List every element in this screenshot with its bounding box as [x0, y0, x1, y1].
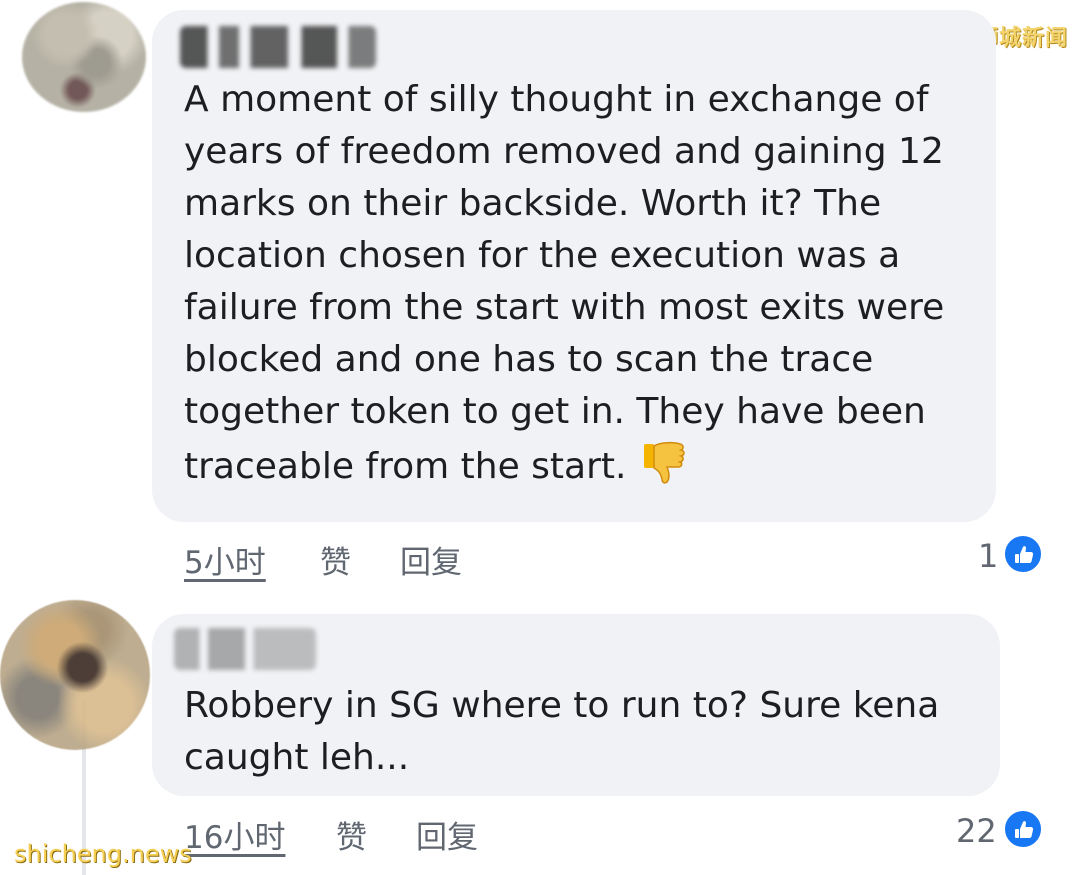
comment-2-reaction-count[interactable]: 22 — [956, 812, 997, 850]
comment-2-reply-button[interactable]: 回复 — [416, 812, 478, 857]
comment-1-text-body: A moment of silly thought in exchange of… — [184, 79, 945, 487]
comment-2-like-button[interactable]: 赞 — [336, 812, 367, 857]
like-icon — [1015, 821, 1034, 838]
comment-1-bubble: A moment of silly thought in exchange of… — [152, 10, 996, 522]
thumbs-down-icon — [644, 441, 686, 484]
comment-1-text: A moment of silly thought in exchange of… — [184, 74, 984, 493]
comment-1-reply-button[interactable]: 回复 — [400, 537, 462, 582]
comment-1-actions: 5小时 赞 回复 1 — [184, 533, 1044, 581]
comment-2-like-badge[interactable] — [1002, 808, 1044, 850]
comment-1-avatar[interactable] — [22, 2, 146, 112]
comment-1-reaction-count[interactable]: 1 — [978, 537, 998, 575]
comment-2-author-name[interactable] — [174, 628, 316, 670]
comment-1-author-name[interactable] — [180, 26, 376, 68]
comment-2-avatar[interactable] — [0, 600, 150, 750]
like-icon — [1015, 546, 1034, 563]
comment-1-like-badge[interactable] — [1002, 533, 1044, 575]
comment-2-time-link[interactable]: 16小时 — [184, 812, 285, 857]
comment-2-bubble: Robbery in SG where to run to? Sure kena… — [152, 614, 1000, 796]
comment-2-actions: 16小时 赞 回复 22 — [184, 808, 1044, 856]
comment-1-like-button[interactable]: 赞 — [320, 537, 351, 582]
comment-1-time-link[interactable]: 5小时 — [184, 537, 266, 582]
comment-2-text: Robbery in SG where to run to? Sure kena… — [184, 685, 940, 778]
watermark-bottom: shicheng.news — [14, 840, 192, 868]
